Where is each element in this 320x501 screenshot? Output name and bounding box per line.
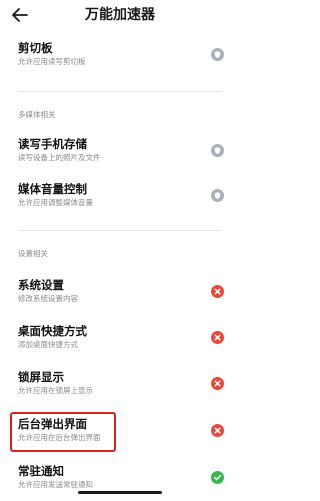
close-icon[interactable] <box>211 285 224 298</box>
permission-desc: 读写设备上的照片及文件 <box>18 153 101 162</box>
permission-desc: 允许应用发送常驻通知 <box>18 480 93 489</box>
permission-title: 剪切板 <box>18 41 53 55</box>
permission-item-lock-screen[interactable]: 锁屏显示 允许应用在锁屏上显示 <box>0 367 240 407</box>
divider <box>18 230 222 231</box>
permission-item-desktop-shortcut[interactable]: 桌面快捷方式 添加桌面快捷方式 <box>0 321 240 361</box>
permission-item-clipboard[interactable]: 剪切板 允许应用读写剪切板 <box>0 38 240 78</box>
permission-desc: 允许应用在锁屏上显示 <box>18 386 93 395</box>
highlight-box <box>10 412 116 452</box>
permission-title: 系统设置 <box>18 278 64 292</box>
permission-title: 媒体音量控制 <box>18 182 87 196</box>
permission-item-persistent-notification[interactable]: 常驻通知 允许应用发送常驻通知 <box>0 461 240 501</box>
close-icon[interactable] <box>211 377 224 390</box>
permission-desc: 添加桌面快捷方式 <box>18 340 78 349</box>
permission-item-media-volume[interactable]: 媒体音量控制 允许应用调整媒体音量 <box>0 179 240 219</box>
permission-title: 桌面快捷方式 <box>18 324 87 338</box>
permission-title: 常驻通知 <box>18 464 64 478</box>
permission-item-storage[interactable]: 读写手机存储 读写设备上的照片及文件 <box>0 134 240 174</box>
permission-desc: 允许应用读写剪切板 <box>18 57 86 66</box>
check-icon[interactable] <box>211 471 224 484</box>
permission-title: 读写手机存储 <box>18 137 87 151</box>
shield-icon[interactable] <box>211 144 224 157</box>
permission-desc: 修改系统设置内容 <box>18 294 78 303</box>
close-icon[interactable] <box>211 424 224 437</box>
permission-desc: 允许应用调整媒体音量 <box>18 198 93 207</box>
page-title: 万能加速器 <box>85 7 155 23</box>
section-label-settings: 设置相关 <box>18 249 48 258</box>
header-bar: 万能加速器 <box>0 0 240 32</box>
close-icon[interactable] <box>211 331 224 344</box>
divider <box>18 91 222 92</box>
permission-item-system-settings[interactable]: 系统设置 修改系统设置内容 <box>0 275 240 315</box>
shield-icon[interactable] <box>211 189 224 202</box>
permission-title: 锁屏显示 <box>18 370 64 384</box>
section-label-media: 多媒体相关 <box>18 110 56 119</box>
home-indicator[interactable] <box>78 491 162 494</box>
shield-icon[interactable] <box>211 48 224 61</box>
